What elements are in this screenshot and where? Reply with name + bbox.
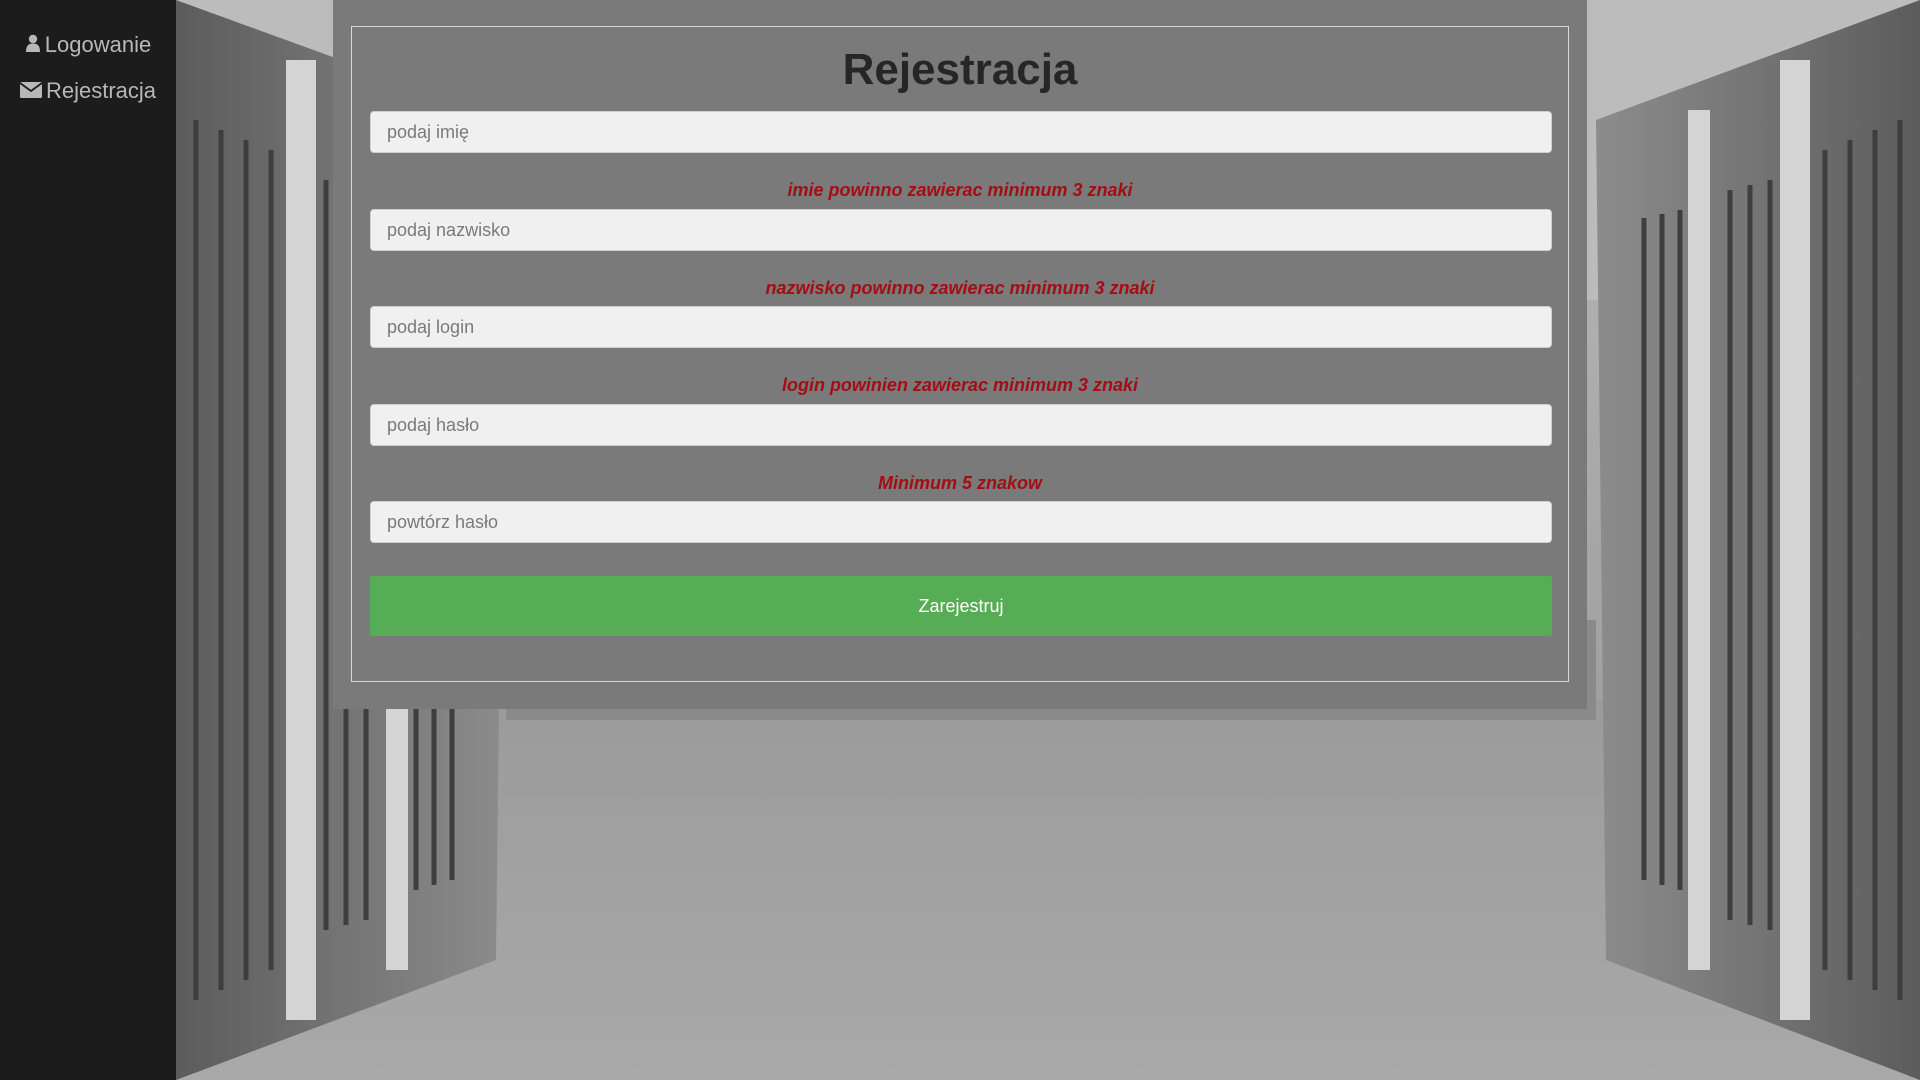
registration-panel: Rejestracja imie powinno zawierac minimu… — [333, 0, 1587, 709]
sidebar: Logowanie Rejestracja — [0, 0, 176, 1080]
repeat-password-input[interactable] — [370, 501, 1552, 543]
last-name-error: nazwisko powinno zawierac minimum 3 znak… — [765, 278, 1155, 298]
nav-item-rejestracja[interactable]: Rejestracja — [0, 68, 176, 114]
nav-item-label: Rejestracja — [45, 78, 157, 103]
password-error: Minimum 5 znakow — [877, 473, 1043, 493]
envelope-icon — [19, 78, 43, 104]
password-input[interactable] — [370, 404, 1552, 446]
login-error: login powinien zawierac minimum 3 znaki — [781, 375, 1139, 395]
page-title: Rejestracja — [842, 45, 1078, 94]
login-input[interactable] — [370, 306, 1552, 348]
first-name-input[interactable] — [370, 111, 1552, 153]
nav-item-logowanie[interactable]: Logowanie — [0, 22, 176, 68]
registration-form: Rejestracja imie powinno zawierac minimu… — [351, 26, 1569, 682]
user-icon — [25, 32, 41, 58]
register-button[interactable]: Zarejestruj — [370, 576, 1552, 636]
nav-item-label: Logowanie — [44, 32, 152, 57]
first-name-error: imie powinno zawierac minimum 3 znaki — [787, 180, 1133, 200]
last-name-input[interactable] — [370, 209, 1552, 251]
